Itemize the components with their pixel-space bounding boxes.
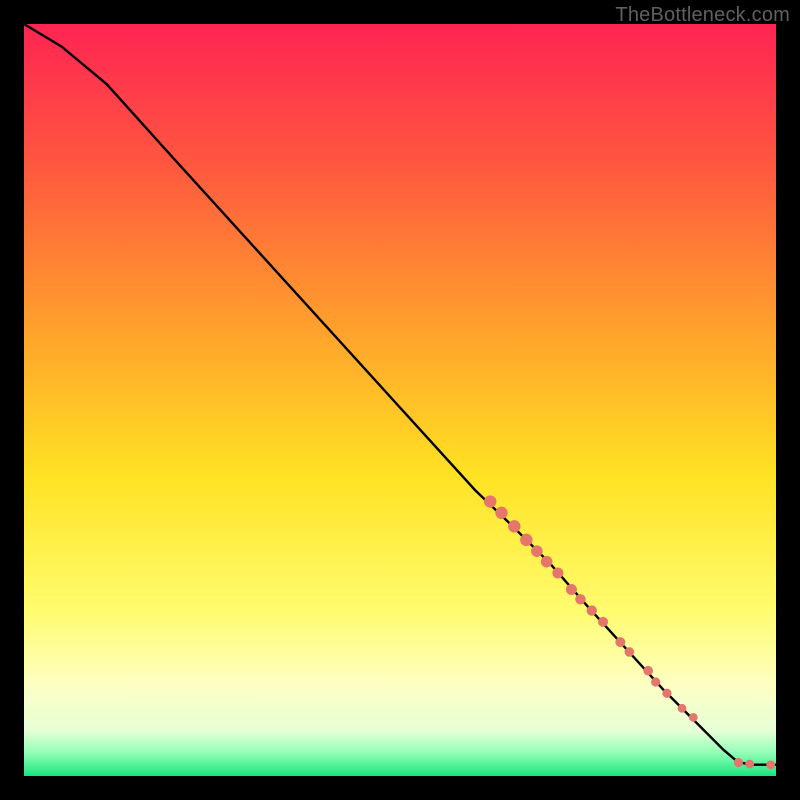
data-marker [651, 677, 660, 686]
data-marker [531, 545, 543, 557]
data-marker [541, 556, 553, 568]
data-marker [552, 567, 563, 578]
chart-frame: TheBottleneck.com [0, 0, 800, 800]
data-marker [689, 713, 698, 722]
data-marker [625, 647, 635, 657]
data-marker [745, 760, 754, 769]
data-marker [734, 758, 743, 767]
data-marker [587, 605, 597, 615]
source-watermark: TheBottleneck.com [615, 4, 790, 27]
data-marker [766, 760, 775, 769]
gradient-background [24, 24, 776, 776]
data-marker [566, 584, 577, 595]
data-marker [598, 617, 608, 627]
data-marker [615, 637, 625, 647]
data-marker [643, 666, 653, 676]
data-marker [484, 495, 496, 507]
chart-plot-area [24, 24, 776, 776]
data-marker [508, 520, 520, 532]
bottleneck-chart [24, 24, 776, 776]
data-marker [575, 594, 585, 604]
data-marker [678, 704, 687, 713]
data-marker [520, 534, 532, 546]
data-marker [495, 507, 507, 519]
data-marker [662, 689, 671, 698]
